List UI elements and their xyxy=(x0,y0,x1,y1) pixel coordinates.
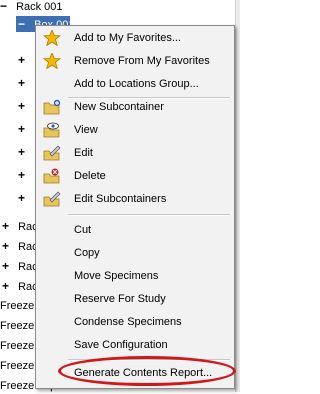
menu-item-label: Move Specimens xyxy=(74,270,159,282)
folder-new-icon xyxy=(43,99,61,115)
menu-item-label: Add to My Favorites... xyxy=(74,32,181,44)
menu-item-view[interactable]: View xyxy=(36,119,234,141)
star-icon xyxy=(43,30,61,46)
menu-item-reserve-for-study[interactable]: Reserve For Study xyxy=(36,288,234,310)
expand-icon[interactable]: + xyxy=(18,121,28,137)
tree-item-label: Freezer xyxy=(0,360,38,372)
collapse-icon[interactable]: − xyxy=(18,16,28,32)
tree-item-root[interactable]: − Rack 001 xyxy=(0,0,63,14)
tree-item-label: Rack 001 xyxy=(16,1,63,13)
expand-icon[interactable]: + xyxy=(18,75,28,91)
collapse-icon[interactable]: − xyxy=(0,0,10,14)
tree-item-label: Freezer xyxy=(0,320,38,332)
menu-item-copy[interactable]: Copy xyxy=(36,242,234,264)
annotation-ellipse xyxy=(58,356,236,386)
expand-icon[interactable]: + xyxy=(18,52,28,68)
menu-item-remove-favorites[interactable]: Remove From My Favorites xyxy=(36,50,234,72)
tree-item-child[interactable]: + xyxy=(18,75,28,91)
menu-item-save-configuration[interactable]: Save Configuration xyxy=(36,334,234,356)
menu-item-new-subcontainer[interactable]: New Subcontainer xyxy=(36,96,234,118)
tree-item-freezer[interactable]: Freezer xyxy=(0,318,38,334)
menu-item-cut[interactable]: Cut xyxy=(36,219,234,241)
menu-item-label: View xyxy=(74,124,98,136)
menu-item-label: Reserve For Study xyxy=(74,293,166,305)
folder-edit-icon xyxy=(43,145,61,161)
menu-item-label: Edit xyxy=(74,147,93,159)
menu-item-add-locations-group[interactable]: Add to Locations Group... xyxy=(36,73,234,95)
folder-edit-icon xyxy=(43,191,61,207)
menu-item-label: New Subcontainer xyxy=(74,101,164,113)
tree-item-label: Freezer xyxy=(0,300,38,312)
expand-icon[interactable]: + xyxy=(2,218,12,234)
tree-item-freezer[interactable]: Freezer xyxy=(0,358,38,374)
menu-separator xyxy=(68,214,230,216)
expand-icon[interactable]: + xyxy=(2,278,12,294)
vertical-scrollbar[interactable] xyxy=(235,0,240,392)
menu-item-add-favorites[interactable]: Add to My Favorites... xyxy=(36,27,234,49)
menu-item-label: Remove From My Favorites xyxy=(74,55,210,67)
menu-item-edit[interactable]: Edit xyxy=(36,142,234,164)
tree-item-child[interactable]: + xyxy=(18,121,28,137)
delete-icon xyxy=(43,168,60,184)
expand-icon[interactable]: + xyxy=(18,190,28,206)
menu-item-move-specimens[interactable]: Move Specimens xyxy=(36,265,234,287)
tree-item-freezer[interactable]: Freezer xyxy=(0,298,38,314)
star-icon xyxy=(43,53,61,69)
context-menu: Add to My Favorites... Remove From My Fa… xyxy=(35,25,235,389)
menu-item-condense-specimens[interactable]: Condense Specimens xyxy=(36,311,234,333)
tree-item-child[interactable]: + xyxy=(18,144,28,160)
expand-icon[interactable]: + xyxy=(2,258,12,274)
tree-item-label: Freezer xyxy=(0,340,38,352)
tree-item-freezer[interactable]: Freezer xyxy=(0,338,38,354)
tree-item-child[interactable]: + xyxy=(18,98,28,114)
menu-item-label: Cut xyxy=(74,224,92,236)
menu-item-label: Save Configuration xyxy=(74,339,168,351)
menu-item-label: Add to Locations Group... xyxy=(74,78,199,90)
menu-item-label: Condense Specimens xyxy=(74,316,182,328)
expand-icon[interactable]: + xyxy=(18,167,28,183)
tree-item-child[interactable]: + xyxy=(18,190,28,206)
menu-item-label: Edit Subcontainers xyxy=(74,193,167,205)
expand-icon[interactable]: + xyxy=(18,98,28,114)
folder-view-icon xyxy=(43,122,60,138)
menu-item-label: Delete xyxy=(74,170,106,182)
menu-item-edit-subcontainers[interactable]: Edit Subcontainers xyxy=(36,188,234,210)
expand-icon[interactable]: + xyxy=(2,238,12,254)
expand-icon[interactable]: + xyxy=(18,144,28,160)
tree-item-child[interactable]: + xyxy=(18,167,28,183)
menu-item-delete[interactable]: Delete xyxy=(36,165,234,187)
tree-item-child[interactable]: + xyxy=(18,52,28,68)
menu-item-label: Copy xyxy=(74,247,100,259)
